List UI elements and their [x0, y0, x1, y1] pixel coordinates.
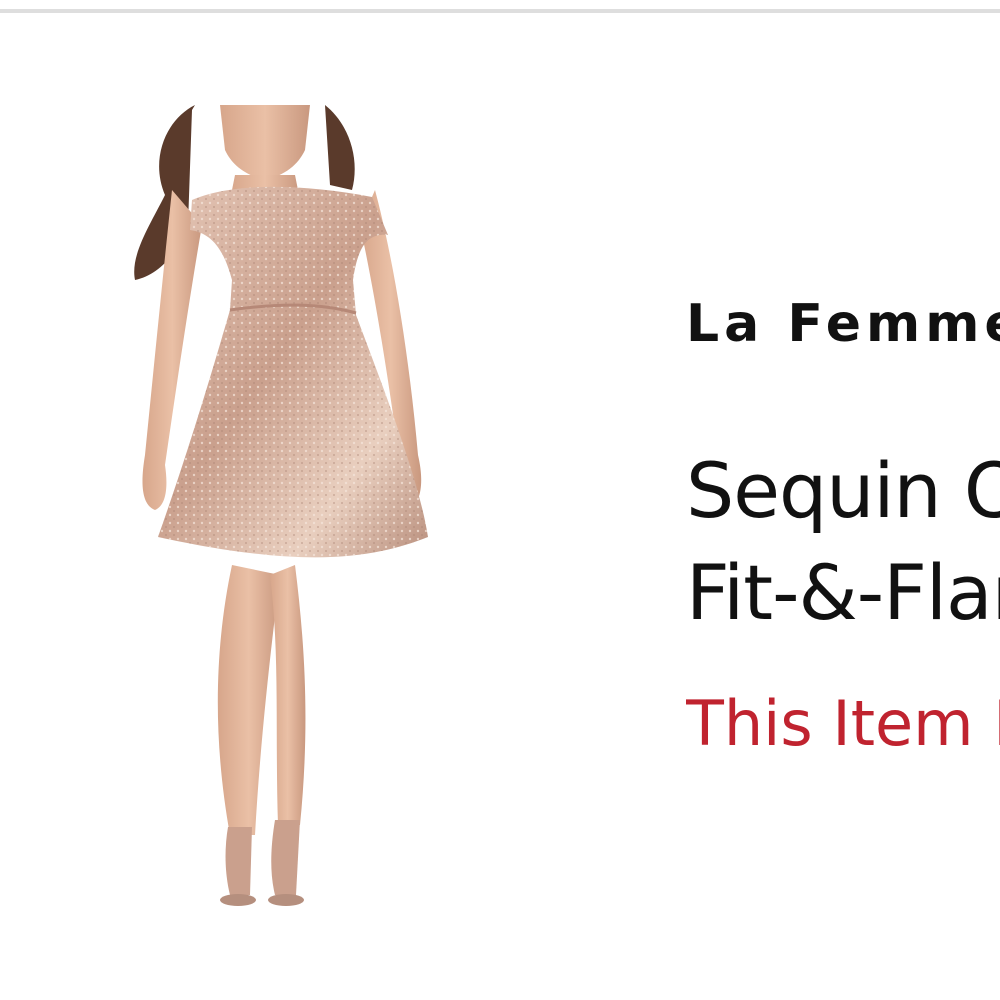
model-shoes	[220, 820, 304, 906]
product-title-line-2: Fit-&-Flare Dress	[686, 548, 1000, 637]
product-title: Sequin Off-the-Shoulder Fit-&-Flare Dres…	[686, 440, 1000, 644]
brand-name[interactable]: La Femme	[686, 294, 1000, 354]
availability-status: This Item Is Unavailable	[686, 687, 1000, 760]
product-title-line-1: Sequin Off-the-Shoulder	[686, 446, 1000, 535]
product-image[interactable]	[120, 105, 450, 935]
product-info: La Femme Sequin Off-the-Shoulder Fit-&-F…	[686, 0, 1000, 1000]
